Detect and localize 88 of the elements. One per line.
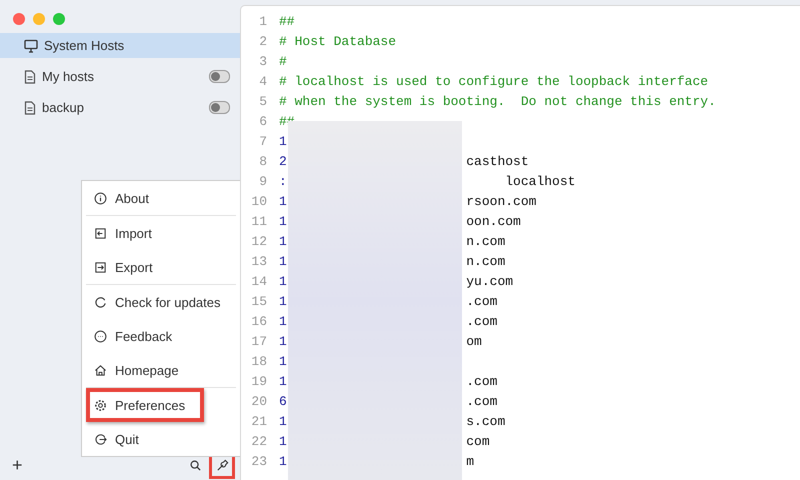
- menu-item[interactable]: Export: [86, 250, 236, 284]
- line-number: 22: [250, 434, 267, 448]
- code-text: 1: [279, 354, 287, 368]
- code-text: 1: [279, 194, 287, 208]
- code-text: casthost: [466, 154, 529, 168]
- code-text: om: [466, 334, 482, 348]
- menu-item[interactable]: Homepage: [86, 353, 236, 387]
- import-icon: [94, 226, 107, 240]
- sidebar-item[interactable]: My hosts: [0, 64, 240, 89]
- line-number: 13: [250, 254, 267, 268]
- line-number: 15: [250, 294, 267, 308]
- code-text: 1: [279, 214, 287, 228]
- line-number: 18: [250, 354, 267, 368]
- line-number: 1: [258, 14, 267, 28]
- document-icon: [24, 100, 36, 114]
- refresh-icon: [94, 296, 107, 308]
- code-text: 1: [279, 434, 287, 448]
- code-text: 2: [279, 154, 287, 168]
- code-text: com: [466, 434, 490, 448]
- code-text: 1: [279, 294, 287, 308]
- document-icon: [24, 70, 36, 84]
- line-number: 2: [258, 34, 267, 48]
- gear-icon: [94, 398, 107, 412]
- sidebar-item[interactable]: System Hosts: [0, 33, 240, 58]
- code-text: 6: [279, 394, 287, 408]
- monitor-icon: [24, 38, 38, 52]
- toggle-switch[interactable]: [209, 101, 230, 114]
- line-number: 17: [250, 334, 267, 348]
- code-text: s.com: [466, 414, 506, 428]
- line-number: 14: [250, 274, 267, 288]
- code-text: .com: [466, 294, 498, 308]
- line-number: 8: [258, 154, 267, 168]
- line-number: 21: [250, 414, 267, 428]
- line-number: 4: [258, 74, 267, 88]
- code-text: n.com: [466, 254, 506, 268]
- line-number: 12: [250, 234, 267, 248]
- code-text: 1: [279, 134, 287, 148]
- line-number: 5: [258, 94, 267, 108]
- line-number: 9: [258, 174, 267, 188]
- line-number: 16: [250, 314, 267, 328]
- menu-item[interactable]: Quit: [86, 422, 236, 456]
- wrench-icon: [216, 458, 228, 472]
- menu-item[interactable]: Feedback: [86, 319, 236, 353]
- menu-item[interactable]: Check for updates: [86, 285, 236, 319]
- code-text: 1: [279, 254, 287, 268]
- code-text: 1: [279, 454, 287, 468]
- code-text: 1: [279, 374, 287, 388]
- menu-item[interactable]: About: [86, 181, 236, 215]
- code-comment: # when the system is booting. Do not change this entry.: [279, 94, 716, 108]
- close-button[interactable]: [13, 13, 25, 25]
- code-text: m: [466, 454, 474, 468]
- code-text: rsoon.com: [466, 194, 536, 208]
- line-number: 10: [250, 194, 267, 208]
- code-text: 1: [279, 414, 287, 428]
- code-text: n.com: [466, 234, 506, 248]
- menu-item[interactable]: Import: [86, 216, 236, 250]
- code-text: 1: [279, 234, 287, 248]
- line-number: 3: [258, 54, 267, 68]
- menu-item[interactable]: Preferences: [86, 388, 204, 422]
- sidebar-item[interactable]: backup: [0, 95, 240, 120]
- code-text: 1: [279, 274, 287, 288]
- add-button[interactable]: +: [12, 454, 23, 476]
- toggle-switch[interactable]: [209, 70, 230, 83]
- code-text: oon.com: [466, 214, 521, 228]
- code-text: .com: [466, 394, 498, 408]
- code-text: .com: [466, 374, 498, 388]
- line-number: 23: [250, 454, 267, 468]
- code-comment: # Host Database: [279, 34, 396, 48]
- code-text: 1: [279, 334, 287, 348]
- line-number: 20: [250, 394, 267, 408]
- logout-icon: [94, 432, 107, 446]
- chat-bubble-icon: [94, 330, 107, 342]
- search-icon[interactable]: [190, 460, 201, 470]
- code-text: 1: [279, 314, 287, 328]
- info-icon: [94, 192, 107, 204]
- code-comment: ##: [279, 14, 295, 28]
- code-comment: #: [279, 54, 287, 68]
- code-text: :: [279, 174, 287, 188]
- code-text: .com: [466, 314, 498, 328]
- line-number: 7: [258, 134, 267, 148]
- line-number: 6: [258, 114, 267, 128]
- line-number: 11: [250, 214, 267, 228]
- house-icon: [94, 364, 107, 376]
- code-comment: # localhost is used to configure the loopback interface: [279, 74, 708, 88]
- code-text: yu.com: [466, 274, 514, 288]
- code-text: localhost: [504, 174, 576, 188]
- line-number: 19: [250, 374, 267, 388]
- export-icon: [94, 260, 107, 274]
